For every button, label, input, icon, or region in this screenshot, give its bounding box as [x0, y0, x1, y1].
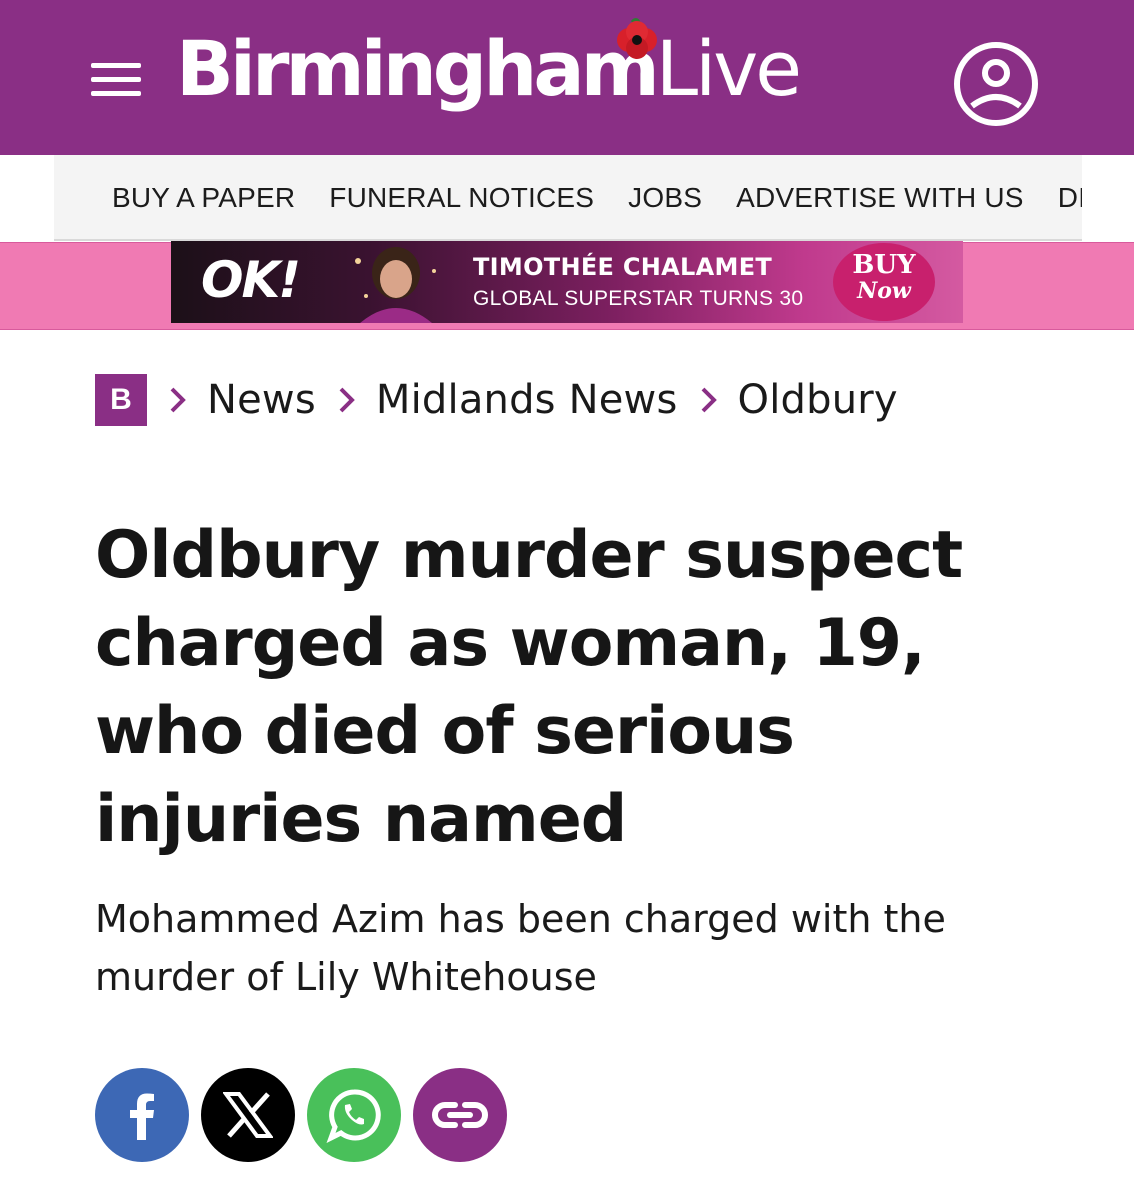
breadcrumb: B News Midlands News Oldbury — [95, 374, 898, 426]
ad-title: TIMOTHÉE CHALAMET — [473, 253, 773, 281]
chevron-right-icon — [339, 387, 355, 413]
chevron-right-icon — [701, 387, 717, 413]
nav-item-directory[interactable]: DIRE — [1058, 182, 1082, 214]
link-icon — [432, 1102, 488, 1128]
share-facebook-button[interactable] — [95, 1068, 189, 1162]
logo-live-text: Live — [655, 24, 802, 113]
advert-banner[interactable]: OK! TIMOTHÉE CHALAMET GLOBAL SUPERSTAR T… — [171, 241, 963, 323]
ad-now-label: Now — [857, 278, 911, 304]
ad-buy-now-button[interactable]: BUY Now — [833, 243, 935, 321]
breadcrumb-home[interactable]: B — [95, 374, 147, 426]
ad-person-image — [355, 247, 436, 323]
top-nav: BUY A PAPER FUNERAL NOTICES JOBS ADVERTI… — [54, 155, 1082, 241]
breadcrumb-oldbury[interactable]: Oldbury — [738, 377, 898, 423]
poppy-icon — [617, 18, 657, 59]
nav-item-advertise[interactable]: ADVERTISE WITH US — [736, 182, 1024, 214]
share-x-button[interactable] — [201, 1068, 295, 1162]
site-header: Birmingham Live — [0, 0, 1134, 155]
nav-list: BUY A PAPER FUNERAL NOTICES JOBS ADVERTI… — [54, 155, 1082, 239]
breadcrumb-midlands-news[interactable]: Midlands News — [376, 377, 678, 423]
facebook-icon — [130, 1093, 154, 1140]
menu-icon-bar — [91, 77, 141, 82]
share-copy-link-button[interactable] — [413, 1068, 507, 1162]
account-icon[interactable] — [952, 40, 1040, 128]
ad-subtitle: GLOBAL SUPERSTAR TURNS 30 — [473, 287, 804, 310]
share-whatsapp-button[interactable] — [307, 1068, 401, 1162]
share-bar — [95, 1068, 507, 1162]
breadcrumb-news[interactable]: News — [207, 377, 316, 423]
whatsapp-icon — [326, 1089, 381, 1143]
logo-brand-text: Birmingham — [176, 24, 660, 113]
menu-icon-bar — [91, 63, 141, 68]
x-icon — [223, 1092, 273, 1138]
article-standfirst: Mohammed Azim has been charged with the … — [95, 897, 946, 999]
ad-ok-logo: OK! — [201, 251, 301, 309]
nav-item-funeral-notices[interactable]: FUNERAL NOTICES — [329, 182, 594, 214]
chevron-right-icon — [170, 387, 186, 413]
nav-item-jobs[interactable]: JOBS — [628, 182, 702, 214]
menu-button[interactable] — [91, 62, 141, 98]
ad-buy-label: BUY — [852, 250, 916, 280]
site-logo[interactable]: Birmingham Live — [176, 24, 802, 124]
menu-icon-bar — [91, 91, 141, 96]
article-headline: Oldbury murder suspect charged as woman,… — [95, 518, 963, 857]
nav-item-buy-a-paper[interactable]: BUY A PAPER — [112, 182, 295, 214]
